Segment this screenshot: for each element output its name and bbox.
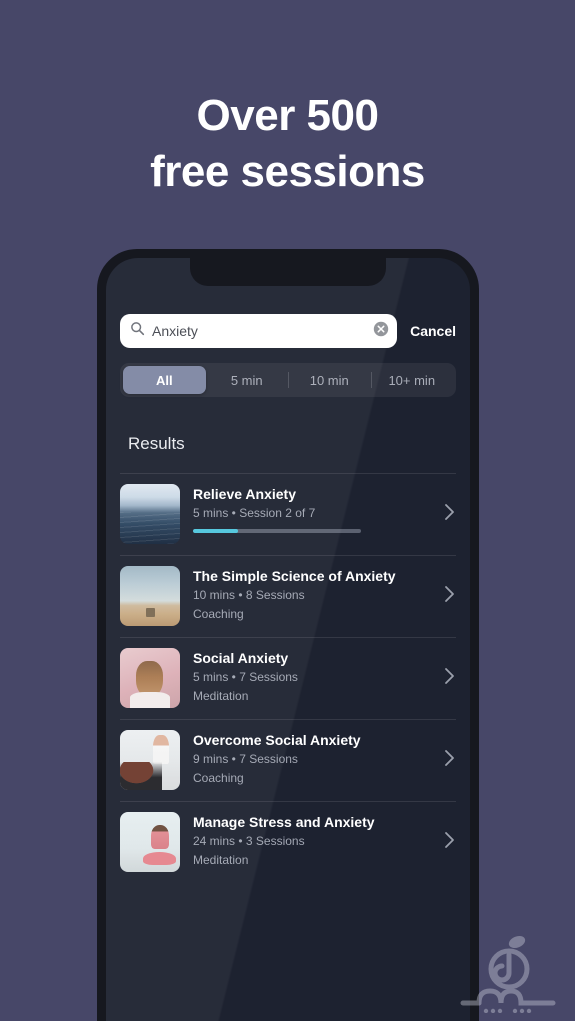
session-progress-bar <box>193 529 361 533</box>
headline-line-2: free sessions <box>150 147 425 196</box>
results-section-title: Results <box>128 434 185 453</box>
woman-pink-wall-photo <box>120 648 180 708</box>
list-item-body: Manage Stress and Anxiety 24 mins • 3 Se… <box>180 812 438 869</box>
session-thumbnail <box>120 730 180 790</box>
list-item-title: The Simple Science of Anxiety <box>193 568 396 584</box>
list-item-body: Overcome Social Anxiety 9 mins • 7 Sessi… <box>180 730 438 787</box>
chevron-right-icon[interactable] <box>438 830 456 855</box>
list-item-meta: 10 mins • 8 Sessions <box>193 588 305 602</box>
list-item-body: Social Anxiety 5 mins • 7 Sessions Medit… <box>180 648 438 705</box>
cancel-button[interactable]: Cancel <box>410 323 456 339</box>
list-item-meta: 5 mins • Session 2 of 7 <box>193 506 316 520</box>
duration-filter-segmented-control: All 5 min 10 min 10+ min <box>120 363 456 397</box>
list-item-body: The Simple Science of Anxiety 10 mins • … <box>180 566 438 623</box>
filter-segment-all-label: All <box>155 372 173 388</box>
office-presentation-photo <box>120 730 180 790</box>
list-item-category: Coaching <box>193 607 244 621</box>
clear-circle-icon[interactable] <box>373 321 389 342</box>
list-item-meta: 5 mins • 7 Sessions <box>193 670 298 684</box>
list-item[interactable]: Overcome Social Anxiety 9 mins • 7 Sessi… <box>106 719 470 801</box>
session-thumbnail <box>120 566 180 626</box>
search-input[interactable]: Anxiety <box>120 314 398 348</box>
woman-meditating-photo <box>120 812 180 872</box>
sibapp-persian-logo-watermark <box>453 925 561 1014</box>
session-thumbnail <box>120 484 180 544</box>
page-headline: Over 500 free sessions <box>0 88 575 200</box>
chevron-right-icon[interactable] <box>438 748 456 773</box>
list-item-meta: 24 mins • 3 Sessions <box>193 834 305 848</box>
list-item-category: Coaching <box>193 771 244 785</box>
session-thumbnail <box>120 812 180 872</box>
list-item-category: Meditation <box>193 689 249 703</box>
search-icon <box>130 321 145 341</box>
search-bar: Anxiety Cancel <box>106 314 470 348</box>
session-thumbnail <box>120 648 180 708</box>
list-item-body: Relieve Anxiety 5 mins • Session 2 of 7 <box>180 484 438 533</box>
chevron-right-icon[interactable] <box>438 584 456 609</box>
list-item[interactable]: The Simple Science of Anxiety 10 mins • … <box>106 555 470 637</box>
filter-segment-10plusmin-label: 10+ min <box>388 372 436 388</box>
filter-segment-10min[interactable]: 10 min <box>288 366 371 394</box>
list-item[interactable]: Relieve Anxiety 5 mins • Session 2 of 7 <box>106 473 470 555</box>
phone-notch <box>190 258 386 286</box>
filter-segment-5min-label: 5 min <box>230 372 263 388</box>
search-input-value: Anxiety <box>152 323 198 339</box>
results-list: Relieve Anxiety 5 mins • Session 2 of 7 <box>106 473 470 883</box>
chevron-right-icon[interactable] <box>438 502 456 527</box>
headline-line-1: Over 500 <box>196 91 379 140</box>
list-item-meta: 9 mins • 7 Sessions <box>193 752 298 766</box>
filter-segment-10plusmin[interactable]: 10+ min <box>370 366 454 394</box>
list-item-category: Meditation <box>193 853 249 867</box>
beach-sky-photo <box>120 566 180 626</box>
phone-screen: Anxiety Cancel All 5 min 10 min 10+ min … <box>106 258 470 1021</box>
filter-segment-all[interactable]: All <box>123 366 206 394</box>
list-item-title: Relieve Anxiety <box>193 486 296 502</box>
list-item[interactable]: Manage Stress and Anxiety 24 mins • 3 Se… <box>106 801 470 883</box>
chevron-right-icon[interactable] <box>438 666 456 691</box>
session-progress-fill <box>193 529 239 533</box>
list-item[interactable]: Social Anxiety 5 mins • 7 Sessions Medit… <box>106 637 470 719</box>
phone-mockup: Anxiety Cancel All 5 min 10 min 10+ min … <box>97 249 479 1021</box>
filter-segment-10min-label: 10 min <box>309 372 349 388</box>
filter-segment-5min[interactable]: 5 min <box>206 366 289 394</box>
ocean-horizon-photo <box>120 484 180 544</box>
list-item-title: Manage Stress and Anxiety <box>193 814 375 830</box>
list-item-title: Overcome Social Anxiety <box>193 732 361 748</box>
list-item-title: Social Anxiety <box>193 650 289 666</box>
